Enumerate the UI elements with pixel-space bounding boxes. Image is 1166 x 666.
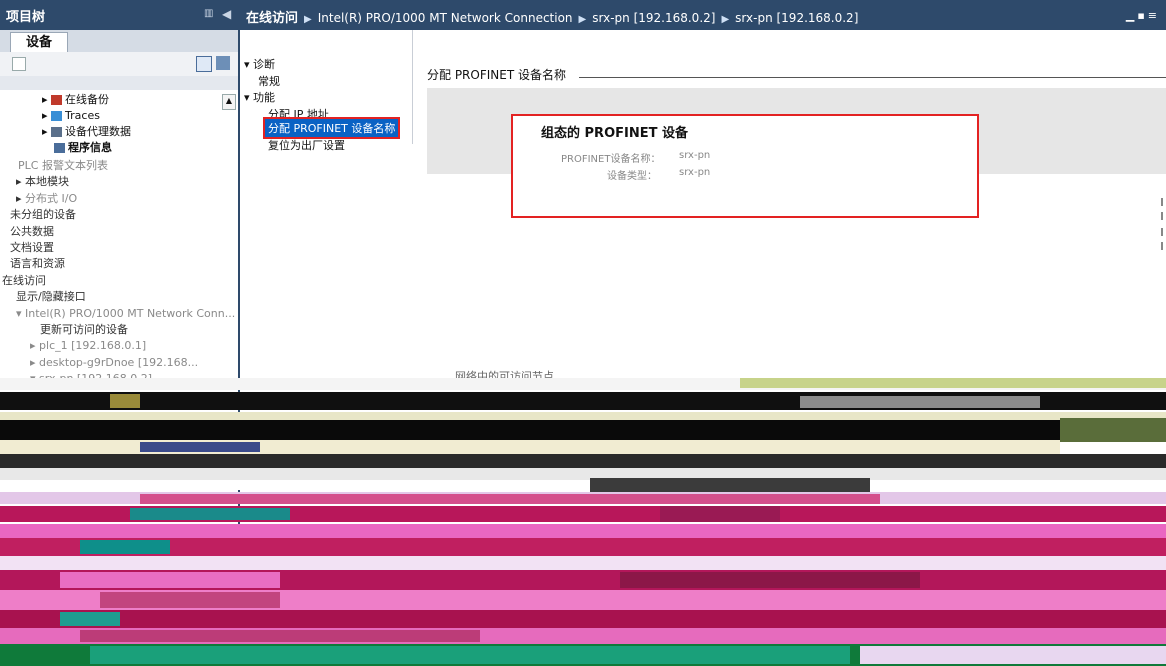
tree-item-label: 设备代理数据 — [65, 125, 132, 138]
tree-item[interactable]: 程序信息 — [0, 140, 224, 156]
scroll-up-icon[interactable]: ▲ — [222, 94, 236, 110]
window-buttons[interactable]: ▁▪≡ — [1126, 9, 1160, 22]
breadcrumb-device-current[interactable]: srx-pn [192.168.0.2] — [735, 11, 858, 25]
project-tree-title: 项目树 — [6, 10, 46, 25]
project-tree-lower: PLC 报警文本列表 ▸ 本地模块 ▸ 分布式 I/O 未分组的设备 公共数据 … — [0, 158, 235, 387]
program-info-icon — [54, 143, 65, 153]
breadcrumb: 在线访问 ▶ Intel(R) PRO/1000 MT Network Connec… — [246, 7, 858, 26]
view-toggle-icon[interactable] — [196, 56, 212, 72]
nav-group-diag[interactable]: ▾ 诊断 — [244, 56, 275, 72]
configured-device-box: 组态的 PROFINET 设备 PROFINET设备名称： srx-pn 设备类… — [511, 114, 979, 218]
name-label: PROFINET设备名称： — [561, 154, 661, 165]
expand-icon[interactable]: ▸ — [42, 125, 48, 138]
chevron-right-icon: ▶ — [721, 14, 730, 25]
tree-item[interactable]: ▸ Traces — [0, 108, 224, 124]
tab-strip: 设备 — [0, 30, 238, 53]
tree-item[interactable]: ▸ desktop-g9rDnoe [192.168... — [0, 355, 212, 371]
traces-icon — [51, 111, 63, 121]
type-label: 设备类型： — [607, 171, 657, 182]
section-title: 分配 PROFINET 设备名称 — [427, 68, 566, 82]
collapse-left-icon[interactable]: ◀ — [222, 7, 231, 21]
restore-icon[interactable]: ▪ — [1137, 9, 1147, 22]
tree-item[interactable]: 文档设置 — [0, 240, 212, 256]
new-item-icon[interactable] — [12, 57, 26, 71]
expand-icon[interactable]: ▸ — [42, 109, 48, 122]
section-rule — [579, 77, 1166, 78]
tree-item[interactable]: 语言和资源 — [0, 256, 212, 272]
project-tree: ▸ 在线备份 ▸ Traces ▸ 设备代理数据 程序信息 — [0, 92, 224, 156]
tree-item[interactable]: ▸ 设备代理数据 — [0, 124, 224, 140]
backup-icon — [51, 95, 63, 105]
expand-icon[interactable]: ▸ — [42, 93, 48, 106]
editor-titlebar: 在线访问 ▶ Intel(R) PRO/1000 MT Network Connec… — [240, 0, 1166, 30]
proxy-data-icon — [51, 127, 63, 137]
project-tree-titlebar: 项目树 ▥ ◀ — [0, 0, 238, 30]
export-icon[interactable] — [216, 56, 230, 70]
tree-item[interactable]: ▸ plc_1 [192.168.0.1] — [0, 338, 212, 354]
nav-item-assign-name[interactable]: 分配 PROFINET 设备名称 — [263, 117, 401, 139]
tree-item[interactable]: 更新可访问的设备 — [0, 322, 212, 338]
tree-header-band — [0, 76, 238, 90]
tree-item[interactable]: 未分组的设备 — [0, 207, 212, 223]
tree-item[interactable]: 公共数据 — [0, 224, 212, 240]
name-value: srx-pn — [679, 150, 711, 161]
corrupted-region — [0, 378, 1166, 666]
tree-item-label: 在线备份 — [65, 93, 110, 106]
breadcrumb-adapter[interactable]: Intel(R) PRO/1000 MT Network Connection — [318, 11, 573, 25]
tree-toolbar — [0, 52, 238, 77]
chevron-right-icon: ▶ — [304, 14, 312, 25]
tree-item[interactable]: 显示/隐藏接口 — [0, 289, 212, 305]
tree-item[interactable]: PLC 报警文本列表 — [0, 158, 212, 174]
tree-item-label: Traces — [65, 109, 100, 122]
nav-group-functions[interactable]: ▾ 功能 — [244, 89, 275, 105]
tree-item[interactable]: ▸ 本地模块 — [0, 174, 212, 190]
assign-name-content: 分配 PROFINET 设备名称 组态的 PROFINET 设备 PROFINE… — [413, 30, 1166, 383]
minimize-icon[interactable]: ▁ — [1126, 9, 1137, 22]
tree-item[interactable]: 在线访问 — [0, 273, 212, 289]
chevron-right-icon: ▶ — [578, 14, 587, 25]
tree-item[interactable]: ▸ 在线备份 — [0, 92, 224, 108]
breadcrumb-root[interactable]: 在线访问 — [246, 11, 298, 26]
tree-item[interactable]: ▸ 分布式 I/O — [0, 191, 212, 207]
breadcrumb-device[interactable]: srx-pn [192.168.0.2] — [592, 11, 715, 25]
tree-item[interactable]: ▾ Intel(R) PRO/1000 MT Network Conn... — [0, 306, 235, 322]
tree-item-label: 程序信息 — [68, 141, 112, 154]
tab-devices[interactable]: 设备 — [10, 32, 68, 53]
configured-device-title: 组态的 PROFINET 设备 — [541, 126, 688, 141]
maximize-icon[interactable]: ≡ — [1148, 9, 1160, 22]
nav-item-general[interactable]: 常规 — [258, 73, 280, 89]
nav-item-reset[interactable]: 复位为出厂设置 — [268, 137, 345, 153]
type-value: srx-pn — [679, 167, 711, 178]
pin-icon[interactable]: ▥ — [204, 8, 214, 20]
online-nav: ▾ 诊断 常规 ▾ 功能 分配 IP 地址 分配 PROFINET 设备名称 复… — [240, 30, 412, 152]
